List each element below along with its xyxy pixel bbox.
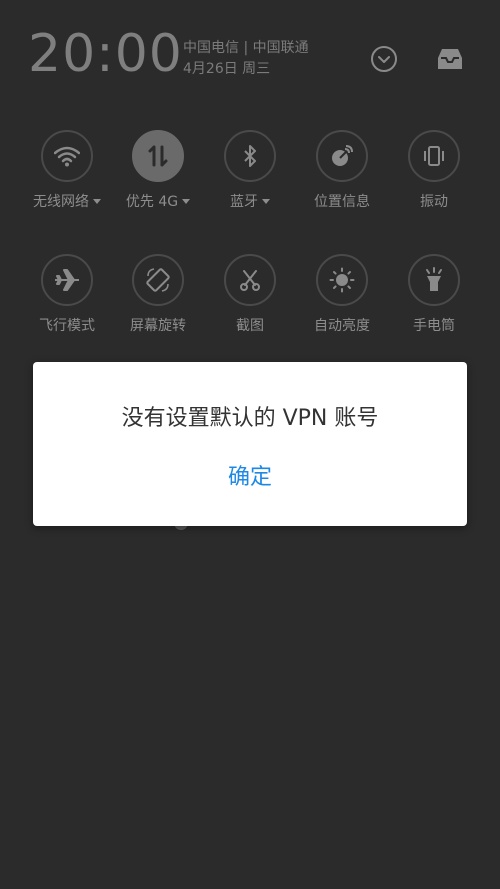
screenshot-toggle-label: 截图	[236, 318, 264, 334]
location-toggle-label: 位置信息	[314, 194, 370, 210]
rotate-screen-icon	[146, 268, 170, 292]
wifi-icon	[54, 146, 80, 167]
flashlight-toggle-label: 手电筒	[413, 318, 455, 334]
screenshot-toggle[interactable]: 截图	[204, 254, 296, 335]
auto-brightness-toggle-circle	[316, 254, 368, 306]
chevron-down-circle-icon	[371, 46, 397, 72]
date-label: 4月26日 周三	[183, 61, 271, 77]
toggle-row-1: 无线网络 优先 4G 蓝牙 位置信息 振动	[0, 130, 500, 230]
auto-brightness-toggle-label: 自动亮度	[314, 318, 370, 334]
bluetooth-toggle-label: 蓝牙	[230, 191, 270, 211]
mobile-data-toggle-label: 优先 4G	[126, 191, 191, 211]
wifi-toggle[interactable]: 无线网络	[21, 130, 113, 211]
airplane-toggle-circle	[41, 254, 93, 306]
scissors-icon	[240, 270, 260, 291]
airplane-toggle-label: 飞行模式	[39, 318, 95, 334]
quick-settings-screen: 20:00 中国电信 | 中国联通 4月26日 周三 无线网络 优先 4G 蓝牙…	[0, 0, 500, 889]
toggle-row-2: 飞行模式 屏幕旋转 截图 自动亮度 手电筒	[0, 254, 500, 354]
vibrate-toggle-label: 振动	[420, 194, 448, 210]
airplane-icon	[55, 269, 79, 291]
notification-header: 20:00 中国电信 | 中国联通 4月26日 周三	[0, 0, 500, 110]
inbox-tray-icon	[438, 49, 462, 69]
brightness-icon	[329, 267, 355, 293]
caret-down-icon	[262, 198, 270, 204]
mobile-data-icon	[148, 145, 168, 167]
bluetooth-toggle-circle	[224, 130, 276, 182]
bluetooth-toggle[interactable]: 蓝牙	[204, 130, 296, 211]
location-toggle[interactable]: 位置信息	[296, 130, 388, 211]
vibrate-toggle[interactable]: 振动	[388, 130, 480, 211]
bluetooth-icon	[244, 145, 256, 167]
expand-button[interactable]	[367, 42, 401, 76]
screenshot-toggle-circle	[224, 254, 276, 306]
caret-down-icon	[182, 198, 191, 204]
wifi-toggle-label: 无线网络	[33, 191, 101, 211]
rotate-screen-toggle-circle	[132, 254, 184, 306]
wifi-toggle-circle	[41, 130, 93, 182]
flashlight-toggle[interactable]: 手电筒	[388, 254, 480, 335]
vibrate-icon	[424, 146, 444, 166]
caret-down-icon	[93, 198, 101, 204]
vpn-alert-dialog: 没有设置默认的 VPN 账号 确定	[33, 362, 467, 526]
rotate-screen-toggle-label: 屏幕旋转	[130, 318, 186, 334]
dialog-message: 没有设置默认的 VPN 账号	[121, 406, 379, 431]
mobile-data-toggle[interactable]: 优先 4G	[112, 130, 204, 211]
vibrate-toggle-circle	[408, 130, 460, 182]
carrier-label: 中国电信 | 中国联通	[183, 40, 309, 56]
mobile-data-toggle-circle	[132, 130, 184, 182]
notification-inbox-button[interactable]	[433, 42, 467, 76]
flashlight-icon	[426, 267, 442, 291]
rotate-screen-toggle[interactable]: 屏幕旋转	[112, 254, 204, 335]
location-toggle-circle	[316, 130, 368, 182]
flashlight-toggle-circle	[408, 254, 460, 306]
auto-brightness-toggle[interactable]: 自动亮度	[296, 254, 388, 335]
clock: 20:00	[28, 24, 183, 84]
airplane-toggle[interactable]: 飞行模式	[21, 254, 113, 335]
location-icon	[332, 145, 353, 166]
confirm-button[interactable]: 确定	[200, 458, 300, 498]
carrier-date-block: 中国电信 | 中国联通 4月26日 周三	[183, 38, 309, 80]
